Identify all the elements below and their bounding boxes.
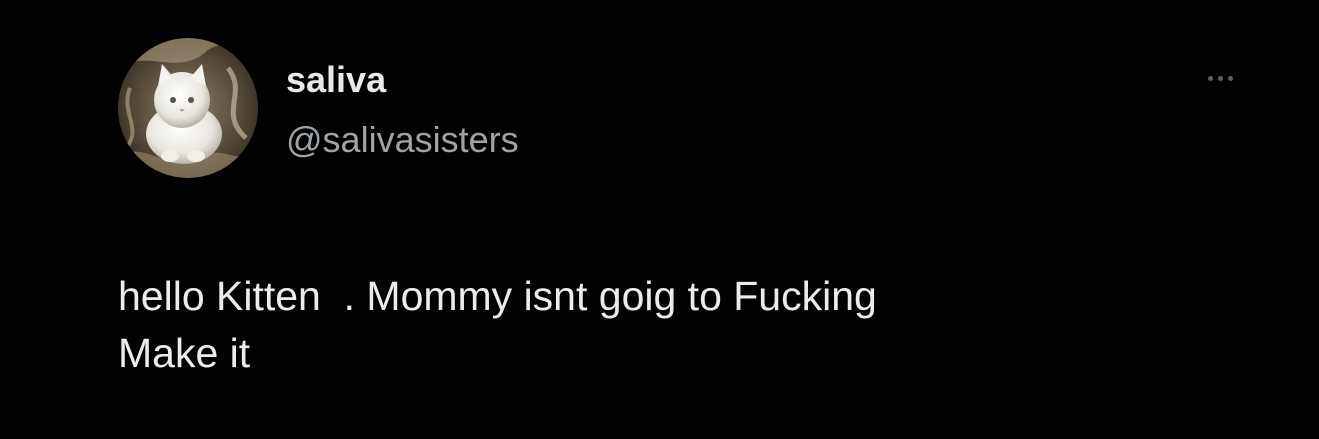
white-kitten-avatar-icon [118,38,258,178]
more-options-button[interactable] [1196,62,1244,94]
avatar[interactable] [118,38,258,178]
tweet-card: saliva @salivasisters hello Kitten . Mom… [0,0,1319,439]
more-horizontal-icon [1207,75,1233,81]
tweet-text-line: hello Kitten . Mommy isnt goig to Fuckin… [118,273,877,319]
author-display-name[interactable]: saliva [286,58,386,102]
tweet-text-line: Make it [118,330,251,376]
tweet-text: hello Kitten . Mommy isnt goig to Fuckin… [118,268,1268,382]
author-handle[interactable]: @salivasisters [286,118,519,162]
